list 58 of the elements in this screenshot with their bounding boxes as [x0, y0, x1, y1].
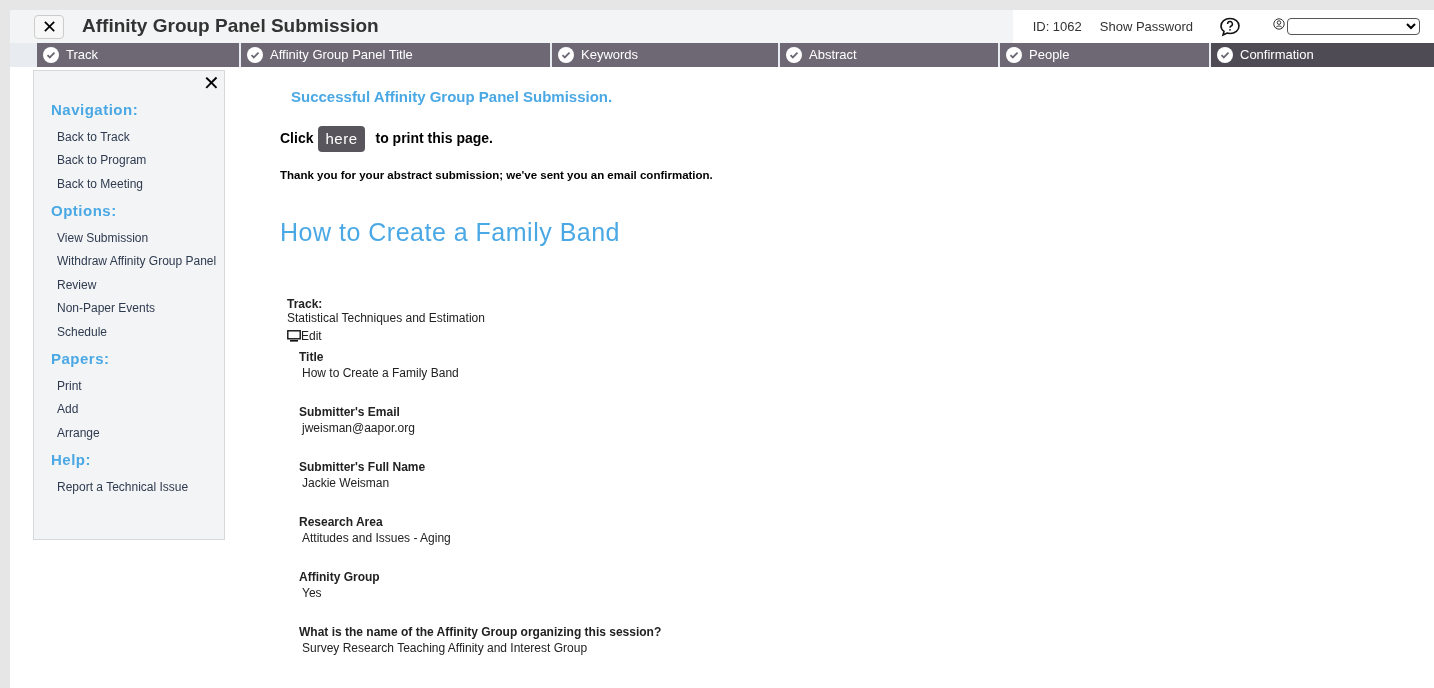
sidebar-link[interactable]: View Submission: [57, 227, 224, 251]
submission-heading: How to Create a Family Band: [280, 217, 622, 249]
sidebar-link[interactable]: Report a Technical Issue: [57, 476, 224, 500]
field-value: Attitudes and Issues - Aging: [302, 529, 452, 546]
step-tab[interactable]: Confirmation: [1211, 43, 1434, 67]
success-message: Successful Affinity Group Panel Submission.: [291, 87, 614, 107]
print-instruction: Click: [280, 129, 314, 149]
check-icon: [558, 47, 574, 63]
field-value: Jackie Weisman: [302, 474, 391, 491]
check-icon: [247, 47, 263, 63]
field-label: Research Area: [299, 513, 384, 530]
step-tab[interactable]: People: [1000, 43, 1209, 67]
sidebar-link[interactable]: Add: [57, 399, 224, 423]
field-label: Affinity Group: [299, 568, 381, 585]
sidebar-link[interactable]: Non-Paper Events: [57, 298, 224, 322]
close-button[interactable]: ✕: [34, 14, 64, 39]
sidebar-link[interactable]: Schedule: [57, 321, 224, 345]
step-tab[interactable]: Affinity Group Panel Title: [241, 43, 550, 67]
sidebar-link[interactable]: Withdraw Affinity Group Panel: [57, 251, 224, 275]
check-icon: [43, 47, 59, 63]
print-here-button[interactable]: here: [318, 125, 365, 152]
field-value: How to Create a Family Band: [302, 364, 460, 381]
field-value: Yes: [302, 584, 323, 601]
check-icon: [1217, 47, 1233, 63]
track-value: Statistical Techniques and Estimation: [287, 310, 486, 325]
section-heading: Options:: [51, 201, 118, 221]
field-label: Submitter's Email: [299, 403, 401, 420]
monitor-icon: [287, 329, 301, 342]
check-icon: [1006, 47, 1022, 63]
user-dropdown[interactable]: [1287, 18, 1420, 35]
edit-link[interactable]: Edit: [287, 328, 713, 343]
field-label: Submitter's Full Name: [299, 458, 427, 475]
close-sidebar-button[interactable]: ✕: [203, 73, 220, 93]
track-label: Track:: [287, 296, 324, 311]
field-value: jweisman@aapor.org: [302, 419, 416, 436]
section-heading: Navigation:: [51, 100, 140, 120]
step-tab[interactable]: Abstract: [780, 43, 998, 67]
show-password-link[interactable]: Show Password: [1099, 16, 1193, 37]
sidebar-link[interactable]: Back to Program: [57, 150, 224, 174]
field-value: Survey Research Teaching Affinity and Interest Group: [302, 639, 589, 656]
help-chat-icon[interactable]: [1219, 16, 1241, 37]
id-label: ID: 1062: [1032, 17, 1082, 36]
sidebar-link[interactable]: Arrange: [57, 422, 224, 446]
field-label: What is the name of the Affinity Group organizing this session?: [299, 623, 663, 640]
step-tab[interactable]: Keywords: [552, 43, 778, 67]
sidebar-link[interactable]: Review: [57, 274, 224, 298]
step-tab[interactable]: Track: [37, 43, 239, 67]
section-heading: Papers:: [51, 349, 111, 369]
sidebar-link[interactable]: Back to Meeting: [57, 173, 224, 197]
print-instruction: to print this page.: [375, 129, 493, 149]
thanks-message: Thank you for your abstract submission; we've sent you an email confirmation.: [280, 168, 713, 183]
check-icon: [786, 47, 802, 63]
user-icon: [1273, 18, 1285, 30]
sidebar-link[interactable]: Print: [57, 375, 224, 399]
section-heading: Help:: [51, 450, 92, 470]
field-label: Title: [299, 348, 325, 365]
sidebar-link[interactable]: Back to Track: [57, 126, 224, 150]
window-title: Affinity Group Panel Submission: [82, 14, 379, 39]
